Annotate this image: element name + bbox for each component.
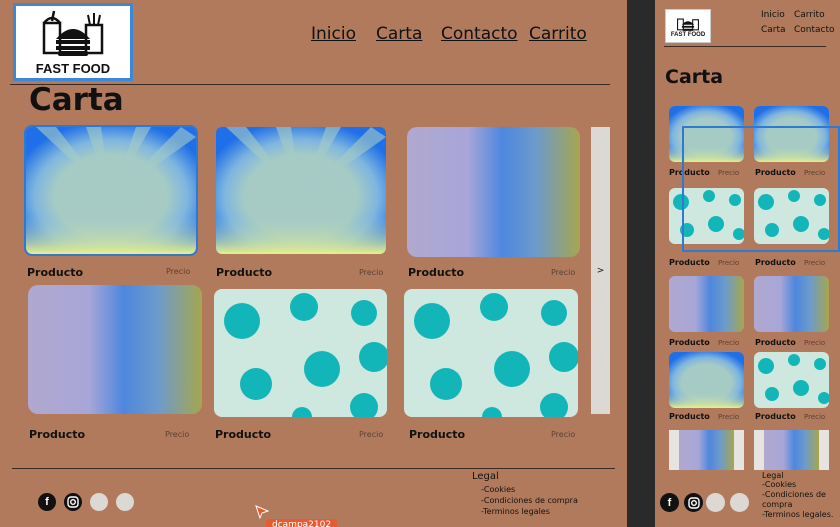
brand-name: FAST FOOD [35, 60, 111, 76]
page-title: Carta [665, 66, 724, 88]
product-name: Producto [755, 338, 796, 347]
design-canvas: FAST FOOD Inicio Carta Contacto Carrito … [0, 0, 840, 527]
legal-link-terms[interactable]: -Terminos legales. [762, 510, 840, 520]
product-price: Precio [804, 259, 826, 267]
header-divider [664, 46, 826, 47]
product-price: Precio [359, 268, 384, 277]
product-name: Producto [27, 266, 84, 279]
product-image[interactable] [28, 285, 202, 414]
product-name: Producto [669, 412, 710, 421]
product-image[interactable] [754, 276, 829, 332]
product-image[interactable] [669, 352, 744, 408]
product-image[interactable] [754, 352, 829, 408]
nav-carta[interactable]: Carta [376, 24, 422, 44]
product-price: Precio [359, 430, 384, 439]
legal-section: Legal -Cookies -Condiciones de compra -T… [762, 471, 840, 520]
product-image[interactable] [214, 289, 387, 417]
product-name: Producto [409, 428, 466, 441]
circle-icon[interactable] [706, 493, 725, 512]
instagram-icon[interactable] [684, 493, 703, 512]
cursor-icon [255, 505, 269, 519]
nav-contacto[interactable]: Contacto [441, 24, 518, 44]
product-price: Precio [718, 413, 740, 421]
desktop-frame: FAST FOOD Inicio Carta Contacto Carrito … [0, 0, 627, 527]
product-image[interactable] [669, 430, 744, 470]
nav-carrito[interactable]: Carrito [529, 24, 587, 44]
legal-link-cookies[interactable]: -Cookies [762, 480, 840, 490]
circle-icon[interactable] [116, 493, 134, 511]
legal-title: Legal [762, 471, 784, 480]
circle-icon[interactable] [730, 493, 749, 512]
footer-divider [12, 468, 615, 469]
product-name: Producto [755, 412, 796, 421]
product-price: Precio [551, 268, 576, 277]
product-image[interactable] [407, 127, 580, 257]
product-name: Producto [408, 266, 465, 279]
product-image[interactable] [24, 125, 198, 256]
legal-title: Legal [472, 471, 499, 482]
legal-link-cookies[interactable]: -Cookies [481, 484, 578, 495]
logo[interactable]: FAST FOOD [665, 9, 711, 43]
product-name: Producto [669, 338, 710, 347]
circle-icon[interactable] [90, 493, 108, 511]
instagram-icon[interactable] [64, 493, 82, 511]
mobile-frame: FAST FOOD Inicio Carrito Carta Contacto … [655, 0, 840, 527]
product-name: Producto [755, 258, 796, 267]
collaborator-tag: dcampa2102 [266, 519, 338, 527]
product-image[interactable] [216, 127, 386, 254]
page-title: Carta [29, 82, 124, 118]
product-price: Precio [166, 267, 191, 276]
nav-carrito[interactable]: Carrito [794, 10, 825, 20]
legal-section: Legal -Cookies -Condiciones de compra -T… [472, 471, 578, 517]
selection-frame [682, 126, 840, 252]
facebook-icon[interactable]: f [660, 493, 679, 512]
product-name: Producto [29, 428, 86, 441]
product-name: Producto [669, 258, 710, 267]
legal-link-conditions[interactable]: -Condiciones de compra [762, 490, 840, 510]
legal-link-conditions[interactable]: -Condiciones de compra [481, 495, 578, 506]
logo[interactable]: FAST FOOD [13, 3, 133, 81]
product-price: Precio [804, 339, 826, 347]
nav-carta[interactable]: Carta [761, 25, 786, 35]
burger-logo-icon [677, 18, 699, 31]
product-price: Precio [551, 430, 576, 439]
product-image[interactable] [669, 276, 744, 332]
brand-name: FAST FOOD [670, 32, 706, 38]
facebook-icon[interactable]: f [38, 493, 56, 511]
nav-inicio[interactable]: Inicio [761, 10, 785, 20]
legal-link-terms[interactable]: -Terminos legales [481, 506, 578, 517]
burger-logo-icon [42, 10, 104, 56]
product-price: Precio [718, 259, 740, 267]
product-price: Precio [718, 339, 740, 347]
product-name: Producto [215, 428, 272, 441]
product-price: Precio [804, 413, 826, 421]
nav-inicio[interactable]: Inicio [311, 24, 356, 44]
product-image[interactable] [404, 289, 578, 417]
nav-contacto[interactable]: Contacto [794, 25, 835, 35]
product-price: Precio [165, 430, 190, 439]
product-name: Producto [216, 266, 273, 279]
carousel-next-button[interactable]: > [591, 127, 610, 414]
product-image[interactable] [754, 430, 829, 470]
